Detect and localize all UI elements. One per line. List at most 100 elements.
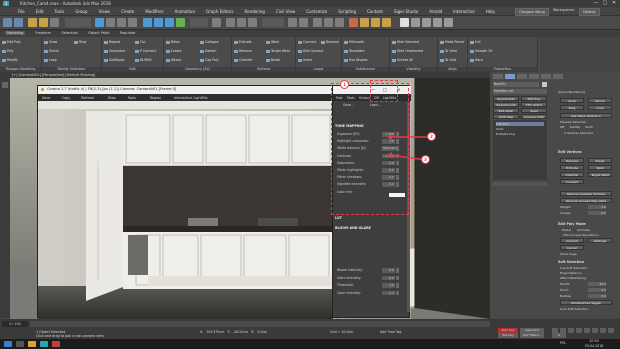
z-value[interactable]: 0.0cm: [257, 330, 267, 334]
browser-icon[interactable]: [52, 341, 60, 347]
selection-filter-dropdown[interactable]: [65, 18, 91, 27]
start-icon[interactable]: [4, 341, 12, 347]
input-language[interactable]: POL: [560, 341, 566, 345]
scale-icon[interactable]: [165, 18, 174, 27]
vertex-button-weld[interactable]: Weld: [588, 165, 612, 170]
remove-isolated-button[interactable]: Remove Isolated Vertices: [560, 191, 612, 196]
grow-button[interactable]: Grow: [560, 98, 584, 103]
menu-customize[interactable]: Customize: [306, 9, 327, 14]
menu-views[interactable]: Views: [99, 9, 111, 14]
preview-subobj-radio[interactable]: SubObj: [569, 125, 580, 129]
redo-icon[interactable]: [14, 18, 23, 27]
ribbon-command[interactable]: Unhide All: [392, 58, 413, 62]
menu-scripting[interactable]: Scripting: [338, 9, 356, 14]
named-selection-dropdown[interactable]: [262, 18, 284, 27]
add-time-tag[interactable]: Add Time Tag: [380, 330, 401, 334]
menu-create[interactable]: Create: [121, 9, 134, 14]
lut-header[interactable]: LUT: [335, 216, 407, 221]
use-soft-selection-checkbox[interactable]: Use Soft Selection: [560, 266, 587, 270]
select-object-icon[interactable]: [95, 18, 104, 27]
bloom-row-value[interactable]: 0.0: [382, 275, 395, 280]
link-icon[interactable]: [28, 18, 37, 27]
pan-icon[interactable]: [600, 328, 606, 333]
close-button[interactable]: ✕: [610, 0, 618, 7]
mirror-icon[interactable]: [288, 18, 297, 27]
align-icon[interactable]: [299, 18, 308, 27]
motion-tab-icon[interactable]: [529, 74, 539, 79]
spinner-icon[interactable]: [396, 268, 399, 273]
material-editor-icon[interactable]: [349, 18, 358, 27]
ribbon-command[interactable]: Dist Connect: [298, 49, 323, 53]
bubble-spinner[interactable]: 0.0: [588, 294, 606, 298]
menu-tools[interactable]: Tools: [54, 9, 64, 14]
render-icon[interactable]: [382, 18, 391, 27]
layer-explorer-icon[interactable]: [313, 18, 322, 27]
ribbon-command[interactable]: P Connect: [135, 49, 156, 53]
hierarchy-tab-icon[interactable]: [517, 74, 527, 79]
select-by-name-icon[interactable]: [106, 18, 115, 27]
bloom-header[interactable]: BLOOM AND GLARE: [335, 226, 407, 231]
ring-button[interactable]: Ring: [560, 105, 584, 110]
menu-group[interactable]: Group: [75, 9, 87, 14]
stack-controls[interactable]: [493, 182, 547, 186]
ribbon-command[interactable]: Use Displac.: [344, 58, 369, 62]
vertex-button-extrude[interactable]: Extrude: [560, 165, 584, 170]
vertex-button-target-weld[interactable]: Target Weld: [588, 172, 612, 177]
set-key-button[interactable]: Set Key: [498, 333, 518, 338]
menu-content[interactable]: Content: [367, 9, 383, 14]
vfb-tool-save[interactable]: Save: [42, 96, 50, 100]
bind-spacewarp-icon[interactable]: [50, 18, 59, 27]
falloff-spinner[interactable]: 20.0: [588, 282, 606, 286]
stack-item[interactable]: Edit Poly: [496, 122, 544, 126]
bloom-row-value[interactable]: 1.0: [382, 283, 395, 288]
layout-icon[interactable]: [2, 82, 8, 88]
ribbon-command[interactable]: Repeat: [104, 40, 120, 44]
edit-poly-mode-header[interactable]: Edit Poly Mode: [558, 222, 586, 226]
ribbon-command[interactable]: Break: [266, 58, 280, 62]
reference-coord-dropdown[interactable]: [190, 18, 208, 27]
vertex-button-break[interactable]: Break: [588, 158, 612, 163]
spinner-icon[interactable]: [396, 283, 399, 288]
ribbon-command[interactable]: Remove: [321, 40, 339, 44]
undo-icon[interactable]: [3, 18, 12, 27]
settings-button[interactable]: Settings: [588, 238, 612, 243]
curve-editor-icon[interactable]: [324, 18, 333, 27]
ribbon-command[interactable]: Grow: [44, 40, 57, 44]
play-icon[interactable]: [568, 328, 574, 333]
ribbon-tab-modeling[interactable]: Modeling: [5, 31, 26, 35]
ribbon-command[interactable]: Insert: [298, 58, 312, 62]
ribbon-command[interactable]: Modify: [2, 58, 18, 62]
x-value[interactable]: 109.575cm: [206, 330, 224, 334]
search-icon[interactable]: [16, 341, 24, 347]
modifier-list-dropdown[interactable]: Modifier List: [493, 89, 547, 94]
y-value[interactable]: -28.52cm: [233, 330, 248, 334]
crease-spinner[interactable]: 0.0: [588, 211, 606, 215]
ribbon-command[interactable]: Hide Selected: [392, 40, 419, 44]
create-tab-icon[interactable]: [493, 74, 503, 79]
pinch-spinner[interactable]: 0.0: [588, 288, 606, 292]
menu-rendering[interactable]: Rendering: [245, 9, 265, 14]
ribbon-command[interactable]: To Grid: [440, 58, 456, 62]
goto-end-icon[interactable]: [584, 328, 590, 333]
schematic-view-icon[interactable]: [335, 18, 344, 27]
menu-animation[interactable]: Animation: [175, 9, 195, 14]
menu-siger-studio[interactable]: Siger Studio: [394, 9, 418, 14]
rect-selection-icon[interactable]: [117, 18, 126, 27]
ribbon-command[interactable]: Cut: [135, 40, 146, 44]
ribbon-command[interactable]: Loop: [44, 58, 57, 62]
3dsmax-taskbar-icon[interactable]: [40, 341, 48, 347]
menu-help[interactable]: Help: [486, 9, 495, 14]
soft-selection-header[interactable]: Soft Selection: [558, 260, 584, 264]
vfb-tool-tools[interactable]: Tools: [128, 96, 136, 100]
viewport-label[interactable]: [+] [Camera001] [Perspective] [Default S…: [12, 73, 95, 77]
ribbon-command[interactable]: Create: [166, 49, 182, 53]
snaps-icon[interactable]: [226, 18, 235, 27]
menu-edit[interactable]: Edit: [36, 9, 44, 14]
modifier-button-turbosmooth[interactable]: TurboSmooth: [493, 102, 519, 107]
vfb-tool-copy[interactable]: Copy: [62, 96, 71, 100]
modifier-stack[interactable]: Edit Poly Shell Editable Poly: [493, 120, 547, 180]
affect-backfacing-checkbox[interactable]: Affect Backfacing: [560, 276, 586, 280]
menu-civil-view[interactable]: Civil View: [276, 9, 295, 14]
vfb-tool-stop[interactable]: Stop: [108, 96, 116, 100]
current-frame-field[interactable]: 0: [552, 333, 566, 338]
